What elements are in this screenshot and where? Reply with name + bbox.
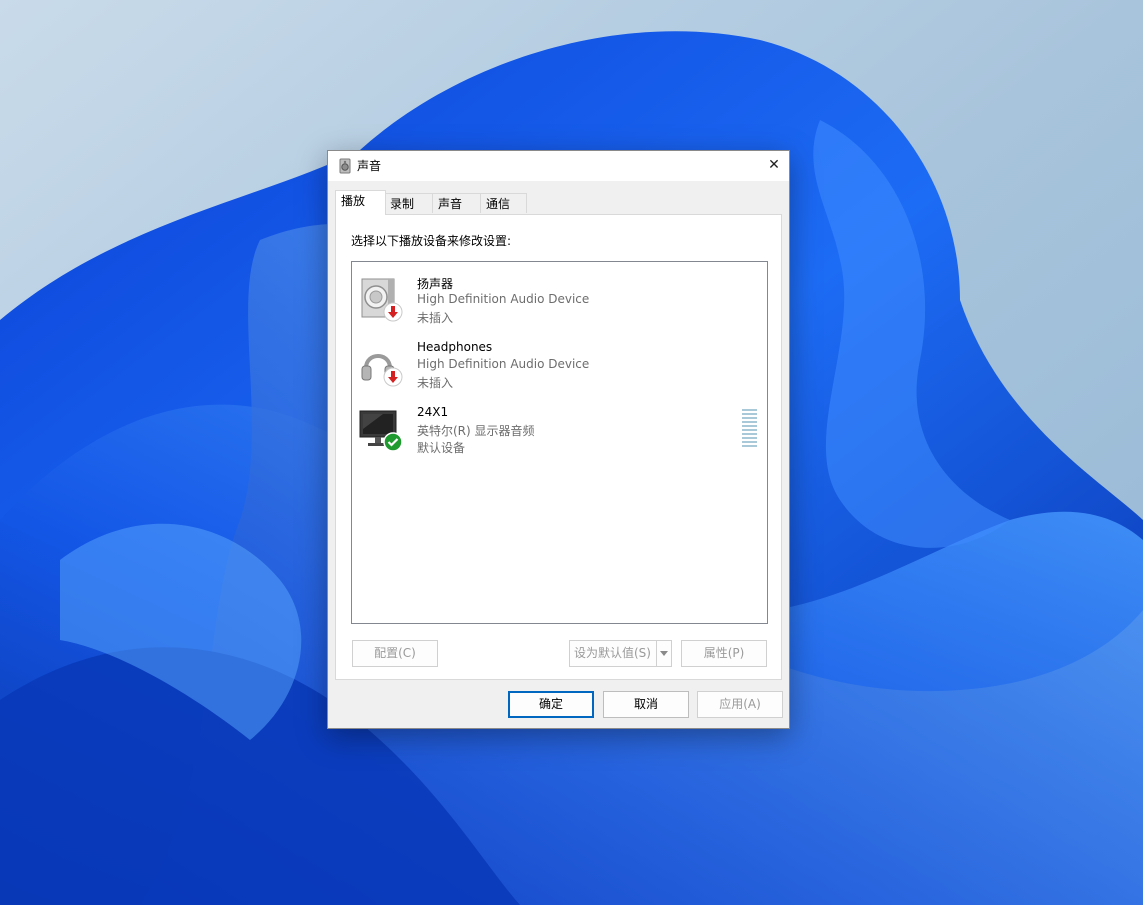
apply-button[interactable]: 应用(A) <box>697 691 783 718</box>
set-default-label: 设为默认值(S) <box>574 646 651 660</box>
properties-button[interactable]: 属性(P) <box>681 640 767 667</box>
chevron-down-icon[interactable] <box>656 641 671 666</box>
tab-recording[interactable]: 录制 <box>384 193 433 213</box>
title-bar: 声音 ✕ <box>328 151 789 181</box>
device-item-monitor[interactable]: 24X1 英特尔(R) 显示器音频 默认设备 <box>352 397 767 459</box>
cancel-button[interactable]: 取消 <box>603 691 689 718</box>
device-driver: 英特尔(R) 显示器音频 <box>417 424 535 438</box>
playback-device-list[interactable]: 扬声器 High Definition Audio Device 未插入 Hea… <box>351 261 768 624</box>
device-status: 未插入 <box>417 376 454 390</box>
window-title: 声音 <box>357 159 382 173</box>
sound-dialog: 声音 ✕ 播放 录制 声音 通信 选择以下播放设备来修改设置: 扬声器 High… <box>327 150 790 729</box>
device-item-headphones[interactable]: Headphones High Definition Audio Device … <box>352 332 767 394</box>
monitor-icon <box>359 410 403 452</box>
playback-panel: 选择以下播放设备来修改设置: 扬声器 High Definition Audio… <box>335 214 782 680</box>
device-driver: High Definition Audio Device <box>417 292 590 306</box>
ok-button[interactable]: 确定 <box>508 691 594 718</box>
volume-level-meter <box>742 409 757 447</box>
unplugged-badge-icon <box>383 302 403 322</box>
close-button[interactable]: ✕ <box>759 151 789 181</box>
tab-communications[interactable]: 通信 <box>480 193 527 213</box>
device-item-speaker[interactable]: 扬声器 High Definition Audio Device 未插入 <box>352 267 767 329</box>
speaker-app-icon <box>339 158 351 174</box>
device-name: Headphones <box>417 340 493 354</box>
headphones-icon <box>361 354 403 387</box>
tab-playback[interactable]: 播放 <box>335 190 386 215</box>
default-check-icon <box>383 432 403 452</box>
close-icon: ✕ <box>768 157 780 173</box>
device-name: 扬声器 <box>417 277 454 291</box>
device-name: 24X1 <box>417 405 449 419</box>
device-driver: High Definition Audio Device <box>417 357 590 371</box>
set-default-split-button[interactable]: 设为默认值(S) <box>569 640 672 667</box>
configure-button[interactable]: 配置(C) <box>352 640 438 667</box>
device-status: 未插入 <box>417 311 454 325</box>
unplugged-badge-icon <box>383 367 403 387</box>
tab-sounds[interactable]: 声音 <box>432 193 481 213</box>
device-status: 默认设备 <box>417 441 466 455</box>
instruction-text: 选择以下播放设备来修改设置: <box>351 234 512 248</box>
speaker-icon <box>361 278 403 322</box>
